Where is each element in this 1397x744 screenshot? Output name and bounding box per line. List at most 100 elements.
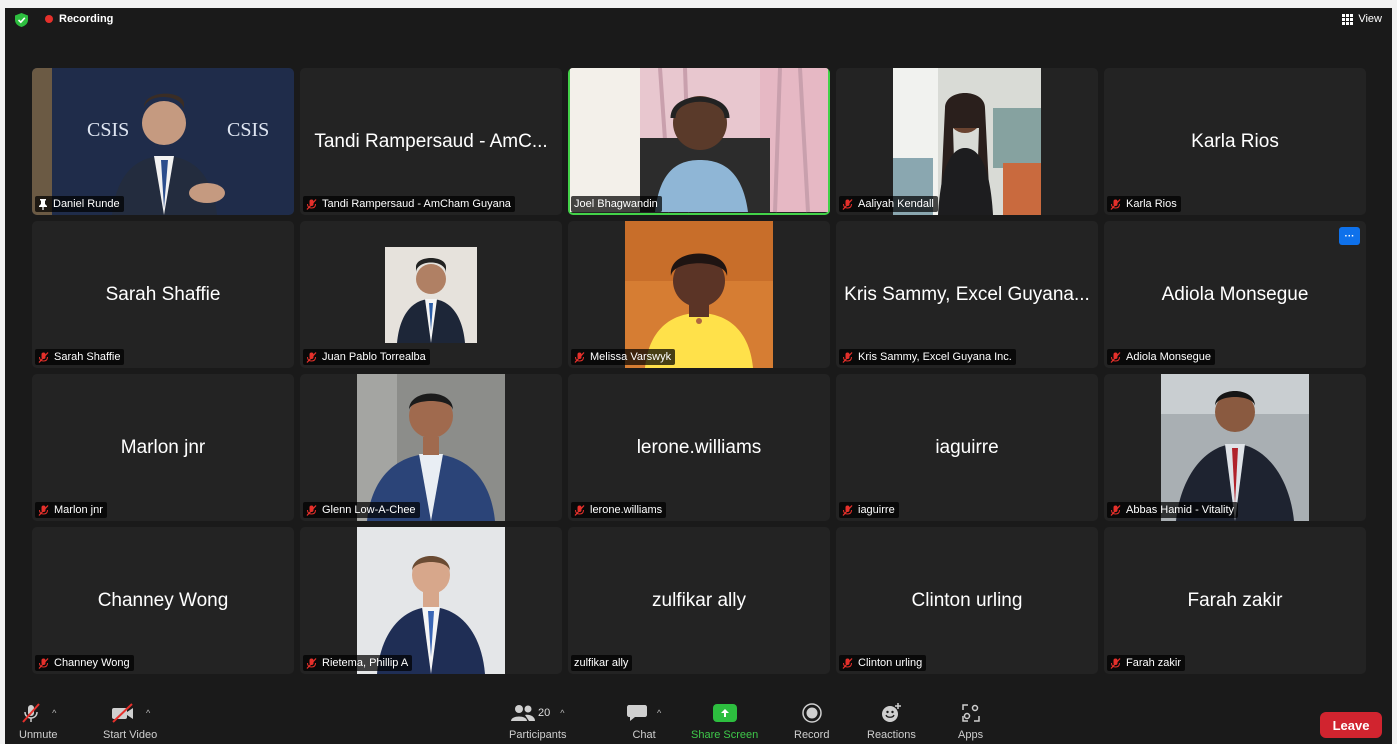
leave-button[interactable]: Leave: [1320, 712, 1382, 738]
svg-text:CSIS: CSIS: [227, 119, 269, 141]
participant-name: Daniel Runde: [53, 198, 120, 210]
participant-name-label: Aaliyah Kendall: [839, 196, 938, 212]
participant-name-label: Juan Pablo Torrealba: [303, 349, 430, 365]
participant-tile[interactable]: lerone.williams lerone.williams: [568, 374, 830, 521]
participant-name-label: Daniel Runde: [35, 196, 124, 212]
participant-name: Abbas Hamid - Vitality: [1126, 504, 1235, 516]
participant-tile[interactable]: Juan Pablo Torrealba: [300, 221, 562, 368]
participant-name: Farah zakir: [1126, 657, 1182, 669]
participant-tile[interactable]: Melissa Varswyk: [568, 221, 830, 368]
participant-display-name: Channey Wong: [97, 589, 229, 611]
participant-display-name: Sarah Shaffie: [105, 283, 221, 305]
participant-name-label: Glenn Low-A-Chee: [303, 502, 420, 518]
participant-video-feed: [625, 221, 773, 368]
participant-display-name: lerone.williams: [636, 436, 762, 458]
share-screen-label: Share Screen: [691, 729, 759, 741]
apps-button[interactable]: Apps: [958, 700, 983, 744]
participant-video-feed: [357, 374, 505, 521]
recording-label: Recording: [59, 13, 114, 25]
participant-name-label: Abbas Hamid - Vitality: [1107, 502, 1239, 518]
participant-tile[interactable]: Karla Rios Karla Rios: [1104, 68, 1366, 215]
security-shield-icon[interactable]: [15, 13, 28, 27]
participant-tile[interactable]: Adiola Monsegue ··· Adiola Monsegue: [1104, 221, 1366, 368]
participant-video-feed: [893, 68, 1041, 215]
record-button[interactable]: Record: [794, 700, 829, 744]
participant-display-name: zulfikar ally: [652, 589, 746, 611]
participant-name-label: lerone.williams: [571, 502, 667, 518]
participants-button[interactable]: 20 ^ Participants: [509, 700, 566, 744]
participant-tile[interactable]: Tandi Rampersaud - AmC... Tandi Rampersau…: [300, 68, 562, 215]
participant-tile[interactable]: Marlon jnr Marlon jnr: [32, 374, 294, 521]
participant-name: lerone.williams: [590, 504, 663, 516]
meeting-toolbar: ^ Unmute ^ Start Video 20 ^ Participants…: [5, 700, 1392, 744]
unmute-options-chevron-icon[interactable]: ^: [52, 708, 56, 718]
recording-dot-icon: [45, 15, 53, 23]
participant-video-feed: [357, 527, 505, 674]
participant-tile[interactable]: Aaliyah Kendall: [836, 68, 1098, 215]
participant-name-label: Rietema, Phillip A: [303, 655, 413, 671]
participant-name: Marlon jnr: [54, 504, 103, 516]
participant-tile[interactable]: Channey Wong Channey Wong: [32, 527, 294, 674]
chat-button[interactable]: ^ Chat: [627, 700, 661, 744]
participant-tile[interactable]: Clinton urling Clinton urling: [836, 527, 1098, 674]
grid-view-icon: [1342, 13, 1354, 25]
participants-options-chevron-icon[interactable]: ^: [560, 708, 564, 718]
muted-mic-icon: [38, 657, 54, 669]
view-button[interactable]: View: [1342, 13, 1382, 25]
unmute-label: Unmute: [19, 729, 58, 741]
participant-name: Clinton urling: [858, 657, 923, 669]
chat-icon: [627, 705, 647, 721]
muted-mic-icon: [306, 198, 322, 210]
participant-tile[interactable]: iaguirre iaguirre: [836, 374, 1098, 521]
participant-tile[interactable]: zulfikar ally zulfikar ally: [568, 527, 830, 674]
chat-label: Chat: [632, 729, 656, 741]
participant-name-label: Tandi Rampersaud - AmCham Guyana: [303, 196, 515, 212]
muted-mic-icon: [842, 504, 858, 516]
participant-tile[interactable]: Sarah Shaffie Sarah Shaffie: [32, 221, 294, 368]
participant-tile[interactable]: Joel Bhagwandin: [568, 68, 830, 215]
participant-tile[interactable]: Farah zakir Farah zakir: [1104, 527, 1366, 674]
apps-icon: [961, 704, 980, 722]
participant-video-feed: CSIS CSIS: [32, 68, 294, 215]
video-options-chevron-icon[interactable]: ^: [146, 708, 150, 718]
participant-name: zulfikar ally: [574, 657, 629, 669]
participant-display-name: Kris Sammy, Excel Guyana...: [844, 283, 1090, 305]
participant-name: Juan Pablo Torrealba: [322, 351, 426, 363]
chat-options-chevron-icon[interactable]: ^: [657, 708, 661, 718]
participant-name: Rietema, Phillip A: [322, 657, 409, 669]
unmute-button[interactable]: ^ Unmute: [19, 700, 58, 744]
participant-video-feed: [385, 221, 477, 368]
participant-name: iaguirre: [858, 504, 895, 516]
participant-name: Kris Sammy, Excel Guyana Inc.: [858, 351, 1012, 363]
participant-name: Karla Rios: [1126, 198, 1177, 210]
participant-name-label: Sarah Shaffie: [35, 349, 125, 365]
participant-name-label: iaguirre: [839, 502, 899, 518]
more-options-button[interactable]: ···: [1339, 227, 1360, 245]
participant-name-label: Clinton urling: [839, 655, 927, 671]
participant-tile[interactable]: Glenn Low-A-Chee: [300, 374, 562, 521]
share-screen-button[interactable]: Share Screen: [691, 700, 758, 744]
participant-display-name: iaguirre: [935, 436, 999, 458]
participant-tile[interactable]: CSIS CSIS Daniel Runde: [32, 68, 294, 215]
participant-name: Glenn Low-A-Chee: [322, 504, 416, 516]
svg-text:CSIS: CSIS: [87, 119, 129, 141]
participant-tile[interactable]: Kris Sammy, Excel Guyana... Kris Sammy, E…: [836, 221, 1098, 368]
participant-name: Joel Bhagwandin: [574, 198, 658, 210]
reactions-smiley-icon: [882, 703, 902, 722]
start-video-label: Start Video: [103, 729, 158, 741]
participant-name-label: Channey Wong: [35, 655, 134, 671]
participant-name-label: Adiola Monsegue: [1107, 349, 1216, 365]
recording-indicator[interactable]: Recording: [45, 13, 113, 25]
participant-name-label: zulfikar ally: [571, 655, 633, 671]
participant-name-label: Kris Sammy, Excel Guyana Inc.: [839, 349, 1016, 365]
participant-tile[interactable]: Abbas Hamid - Vitality: [1104, 374, 1366, 521]
muted-mic-icon: [1110, 657, 1126, 669]
participant-tile[interactable]: Rietema, Phillip A: [300, 527, 562, 674]
muted-mic-icon: [1110, 198, 1126, 210]
participant-name-label: Karla Rios: [1107, 196, 1181, 212]
record-label: Record: [794, 729, 830, 741]
zoom-meeting-window: Recording View CSIS CSIS Daniel Runde Tandi…: [5, 8, 1392, 744]
start-video-button[interactable]: ^ Start Video: [103, 700, 157, 744]
reactions-button[interactable]: Reactions: [867, 700, 916, 744]
participant-display-name: Karla Rios: [1191, 130, 1279, 152]
